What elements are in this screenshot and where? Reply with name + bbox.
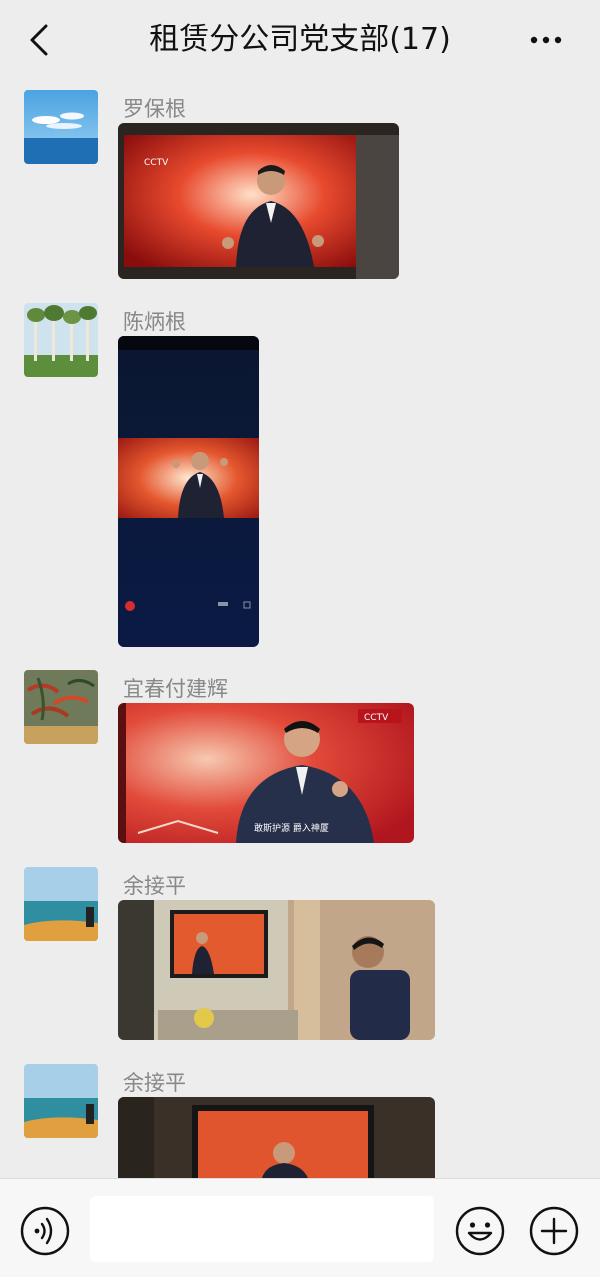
- emoji-icon[interactable]: [455, 1206, 505, 1256]
- avatar[interactable]: [24, 303, 98, 377]
- voice-icon[interactable]: [20, 1206, 70, 1256]
- image-message[interactable]: CCTV 敢斯护源 爵入神厦: [118, 703, 414, 843]
- channel-logo: CCTV: [144, 158, 169, 168]
- phone-video-screenshot: [118, 336, 259, 647]
- image-message[interactable]: [118, 1097, 435, 1178]
- tree-park-avatar-icon: [24, 303, 98, 377]
- plus-icon[interactable]: [529, 1206, 579, 1256]
- image-message[interactable]: [118, 336, 259, 647]
- channel-logo: CCTV: [364, 713, 389, 723]
- image-message[interactable]: [118, 900, 435, 1040]
- message-input[interactable]: [90, 1196, 434, 1262]
- tv-broadcast-photo: CCTV: [118, 123, 399, 279]
- avatar[interactable]: [24, 670, 98, 744]
- sender-name: 宜春付建辉: [123, 677, 228, 701]
- back-chevron-icon[interactable]: [20, 20, 60, 60]
- avatar[interactable]: [24, 1064, 98, 1138]
- avatar[interactable]: [24, 90, 98, 164]
- painting-avatar-icon: [24, 670, 98, 744]
- more-dots-icon[interactable]: [522, 22, 570, 58]
- sender-name: 余接平: [123, 1071, 186, 1095]
- composer-bar: [0, 1178, 600, 1277]
- seaside-avatar-icon: [24, 867, 98, 941]
- chat-header: 租赁分公司党支部(17): [0, 0, 600, 78]
- tv-broadcast-photo: CCTV 敢斯护源 爵入神厦: [118, 703, 414, 843]
- ocean-clouds-avatar-icon: [24, 90, 98, 164]
- seaside-avatar-icon: [24, 1064, 98, 1138]
- sender-name: 余接平: [123, 874, 186, 898]
- image-message[interactable]: CCTV: [118, 123, 399, 279]
- sender-name: 罗保根: [123, 97, 186, 121]
- sender-name: 陈炳根: [123, 310, 186, 334]
- living-room-tv-photo: [118, 900, 435, 1040]
- chat-title: 租赁分公司党支部(17): [149, 22, 451, 57]
- tv-caption: 敢斯护源 爵入神厦: [254, 822, 329, 834]
- avatar[interactable]: [24, 867, 98, 941]
- tv-broadcast-photo: [118, 1097, 435, 1178]
